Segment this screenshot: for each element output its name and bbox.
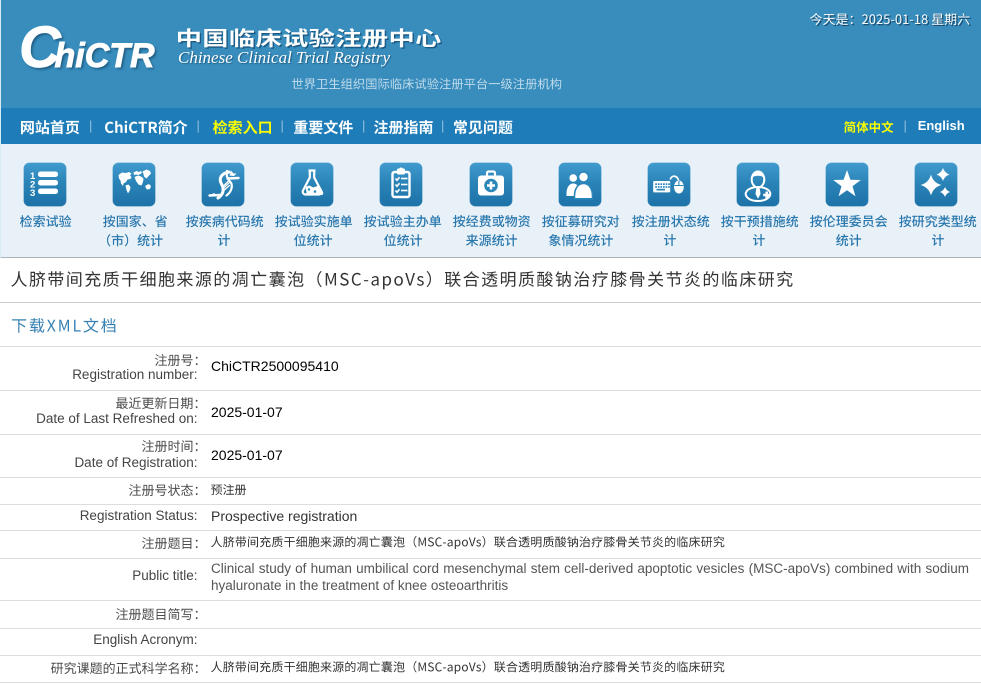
svg-text:3: 3 [30, 188, 35, 199]
